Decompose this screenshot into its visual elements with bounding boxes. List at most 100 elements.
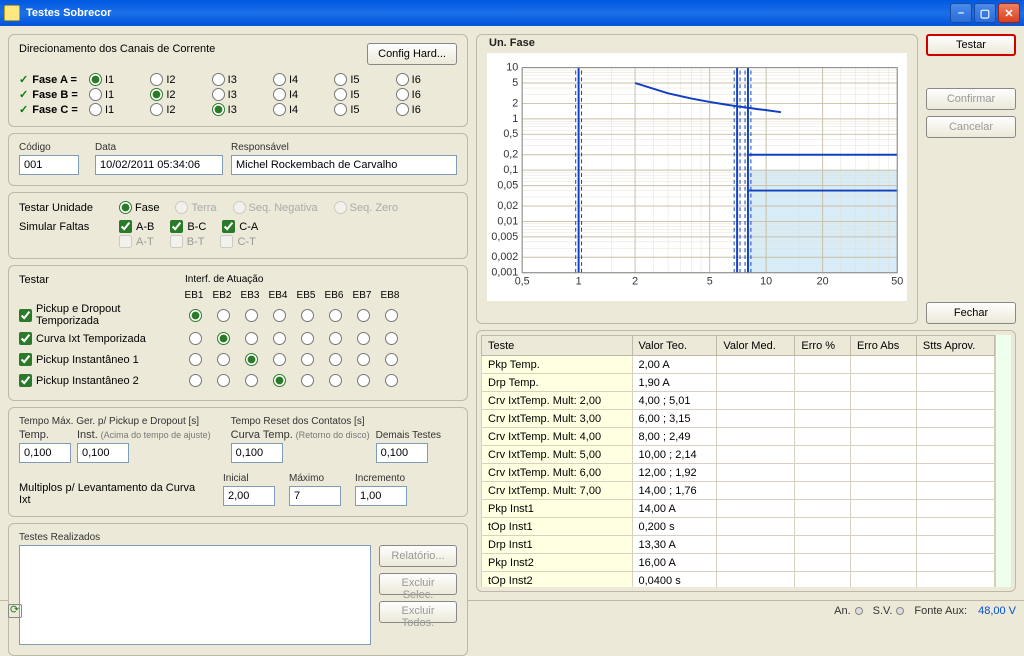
eb-radio[interactable] [385,309,398,322]
eb-radio[interactable] [329,309,342,322]
cb-ab[interactable]: A-B [119,220,154,233]
test-checkbox[interactable]: Curva Ixt Temporizada [19,332,179,345]
eb-radio[interactable] [329,374,342,387]
phase-radio[interactable]: I2 [150,73,211,86]
eb-radio[interactable] [245,309,258,322]
phase-radio[interactable]: I5 [334,88,395,101]
config-hard-button[interactable]: Config Hard... [367,43,457,65]
eb-radio[interactable] [189,309,202,322]
maximize-button[interactable]: ▢ [974,3,996,23]
table-row[interactable]: Drp Inst113,30 A [482,536,995,554]
cancelar-button[interactable]: Cancelar [926,116,1016,138]
inicial-input[interactable] [223,486,275,506]
eb-radio[interactable] [385,374,398,387]
table-row[interactable]: Crv IxtTemp. Mult: 2,004,00 ; 5,01 [482,392,995,410]
eb-radio[interactable] [273,309,286,322]
eb-radio[interactable] [217,309,230,322]
eb-radio[interactable] [329,353,342,366]
test-checkbox[interactable]: Pickup e Dropout Temporizada [19,303,179,327]
data-input[interactable] [95,155,223,175]
excluir-selec-button[interactable]: Excluir Selec. [379,573,457,595]
eb-radio[interactable] [189,353,202,366]
eb-radio[interactable] [217,353,230,366]
test-checkbox[interactable]: Pickup Instantâneo 1 [19,353,179,366]
codigo-input[interactable] [19,155,79,175]
svg-text:0,1: 0,1 [503,164,518,176]
table-row[interactable]: Crv IxtTemp. Mult: 6,0012,00 ; 1,92 [482,464,995,482]
table-row[interactable]: Pkp Temp.2,00 A [482,356,995,374]
close-button[interactable]: ✕ [998,3,1020,23]
eb-radio[interactable] [301,332,314,345]
phase-radio[interactable]: I4 [273,73,334,86]
phase-radio[interactable]: I5 [334,103,395,116]
table-row[interactable]: Pkp Inst114,00 A [482,500,995,518]
table-row[interactable]: Crv IxtTemp. Mult: 4,008,00 ; 2,49 [482,428,995,446]
svg-text:5: 5 [707,275,713,287]
phase-radio[interactable]: I2 [150,88,211,101]
table-scrollbar[interactable] [995,335,1011,587]
inst-input[interactable] [77,443,129,463]
phase-radio[interactable]: I6 [396,73,457,86]
phase-radio[interactable]: I1 [89,88,150,101]
eb-radio[interactable] [357,332,370,345]
phase-radio[interactable]: I3 [212,103,273,116]
cb-bc[interactable]: B-C [170,220,206,233]
phase-radio[interactable]: I3 [212,88,273,101]
inc-input[interactable] [355,486,407,506]
demais-input[interactable] [376,443,428,463]
radio-fase[interactable]: Fase [119,201,159,214]
eb-radio[interactable] [189,332,202,345]
test-checkbox[interactable]: Pickup Instantâneo 2 [19,374,179,387]
table-row[interactable]: tOp Inst10,200 s [482,518,995,536]
phase-radio[interactable]: I4 [273,88,334,101]
phase-radio[interactable]: I1 [89,103,150,116]
table-row[interactable]: tOp Inst20,0400 s [482,572,995,588]
eb-radio[interactable] [273,332,286,345]
responsavel-input[interactable] [231,155,457,175]
eb-radio[interactable] [301,309,314,322]
table-row[interactable]: Pkp Inst216,00 A [482,554,995,572]
eb-radio[interactable] [245,332,258,345]
confirmar-button[interactable]: Confirmar [926,88,1016,110]
cb-ca[interactable]: C-A [222,220,258,233]
table-row[interactable]: Crv IxtTemp. Mult: 3,006,00 ; 3,15 [482,410,995,428]
excluir-todos-button[interactable]: Excluir Todos. [379,601,457,623]
refresh-icon[interactable] [8,604,22,618]
eb-radio[interactable] [357,353,370,366]
eb-radio[interactable] [189,374,202,387]
eb-radio[interactable] [385,353,398,366]
eb-radio[interactable] [217,332,230,345]
table-row[interactable]: Drp Temp.1,90 A [482,374,995,392]
phase-radio[interactable]: I4 [273,103,334,116]
phase-radio[interactable]: I6 [396,103,457,116]
eb-radio[interactable] [273,353,286,366]
phase-radio[interactable]: I5 [334,73,395,86]
realizados-label: Testes Realizados [19,532,457,543]
eb-radio[interactable] [301,353,314,366]
phase-radio[interactable]: I6 [396,88,457,101]
svg-text:2: 2 [632,275,638,287]
eb-radio[interactable] [245,374,258,387]
fechar-button[interactable]: Fechar [926,302,1016,324]
max-input[interactable] [289,486,341,506]
eb-radio[interactable] [273,374,286,387]
testar-button[interactable]: Testar [926,34,1016,56]
realizados-list[interactable] [19,545,371,645]
phase-radio[interactable]: I3 [212,73,273,86]
eb-radio[interactable] [217,374,230,387]
table-row[interactable]: Crv IxtTemp. Mult: 7,0014,00 ; 1,76 [482,482,995,500]
phase-radio[interactable]: I1 [89,73,150,86]
curva-input[interactable] [231,443,283,463]
table-row[interactable]: Crv IxtTemp. Mult: 5,0010,00 ; 2,14 [482,446,995,464]
minimize-button[interactable]: – [950,3,972,23]
eb-radio[interactable] [301,374,314,387]
eb-radio[interactable] [245,353,258,366]
phase-radio[interactable]: I2 [150,103,211,116]
eb-radio[interactable] [329,332,342,345]
relatorio-button[interactable]: Relatório... [379,545,457,567]
eb-radio[interactable] [385,332,398,345]
svg-text:20: 20 [817,275,829,287]
eb-radio[interactable] [357,374,370,387]
eb-radio[interactable] [357,309,370,322]
temp-input[interactable] [19,443,71,463]
